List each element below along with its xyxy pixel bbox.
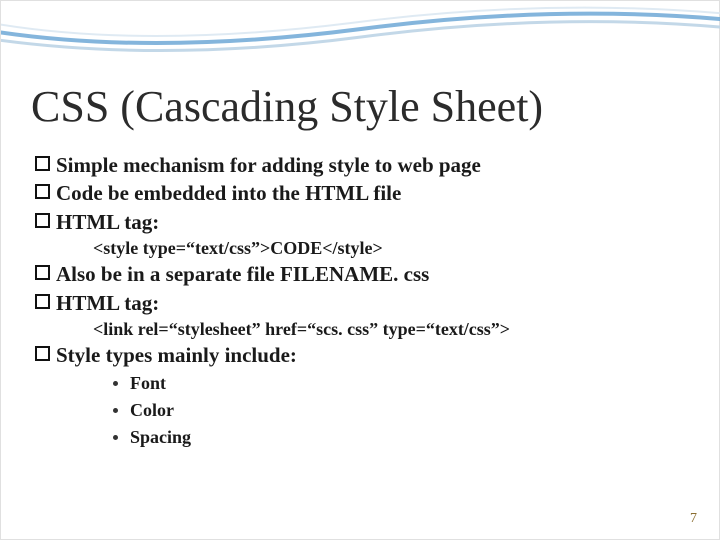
bullet-text: HTML tag: bbox=[56, 208, 159, 236]
bullet-item: HTML tag: bbox=[35, 289, 685, 317]
sub-list-item: Font bbox=[113, 370, 685, 397]
sub-list: Font Color Spacing bbox=[113, 370, 685, 451]
square-bullet-icon bbox=[35, 156, 50, 171]
sub-bullet-text: Font bbox=[130, 370, 166, 397]
code-line: <link rel=“stylesheet” href=“scs. css” t… bbox=[93, 317, 685, 341]
dot-bullet-icon bbox=[113, 381, 118, 386]
square-bullet-icon bbox=[35, 346, 50, 361]
square-bullet-icon bbox=[35, 265, 50, 280]
bullet-text: HTML tag: bbox=[56, 289, 159, 317]
page-number: 7 bbox=[690, 511, 697, 527]
decorative-swoosh bbox=[1, 1, 720, 81]
square-bullet-icon bbox=[35, 213, 50, 228]
bullet-item: Also be in a separate file FILENAME. css bbox=[35, 260, 685, 288]
bullet-item: Style types mainly include: bbox=[35, 341, 685, 369]
bullet-item: HTML tag: bbox=[35, 208, 685, 236]
bullet-text: Code be embedded into the HTML file bbox=[56, 179, 401, 207]
bullet-text: Simple mechanism for adding style to web… bbox=[56, 151, 481, 179]
sub-list-item: Spacing bbox=[113, 424, 685, 451]
square-bullet-icon bbox=[35, 294, 50, 309]
dot-bullet-icon bbox=[113, 435, 118, 440]
bullet-item: Simple mechanism for adding style to web… bbox=[35, 151, 685, 179]
bullet-text: Also be in a separate file FILENAME. css bbox=[56, 260, 429, 288]
bullet-item: Code be embedded into the HTML file bbox=[35, 179, 685, 207]
square-bullet-icon bbox=[35, 184, 50, 199]
sub-bullet-text: Color bbox=[130, 397, 174, 424]
slide-title: CSS (Cascading Style Sheet) bbox=[31, 81, 543, 132]
slide-body: Simple mechanism for adding style to web… bbox=[35, 151, 685, 451]
sub-bullet-text: Spacing bbox=[130, 424, 191, 451]
code-line: <style type=“text/css”>CODE</style> bbox=[93, 236, 685, 260]
sub-list-item: Color bbox=[113, 397, 685, 424]
bullet-text: Style types mainly include: bbox=[56, 341, 297, 369]
slide: CSS (Cascading Style Sheet) Simple mecha… bbox=[0, 0, 720, 540]
dot-bullet-icon bbox=[113, 408, 118, 413]
